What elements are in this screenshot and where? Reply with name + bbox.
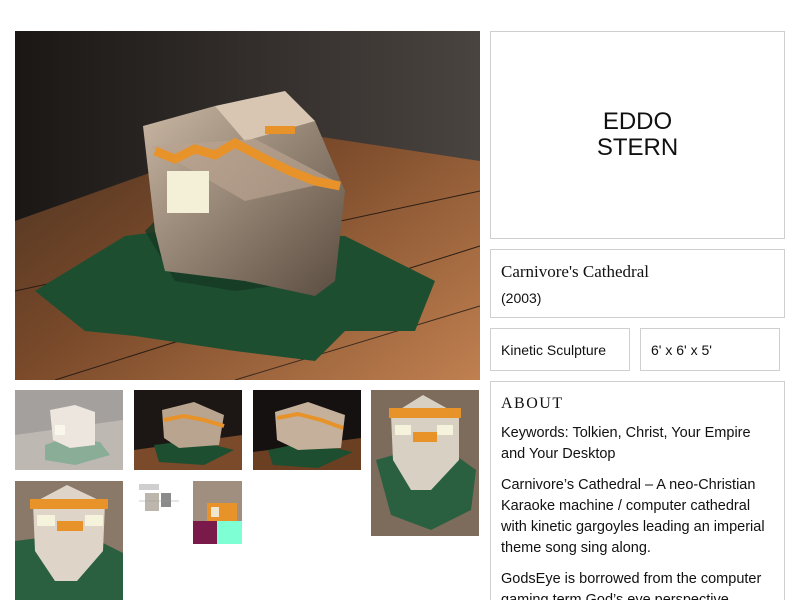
work-title: Carnivore's Cathedral [501, 262, 649, 281]
thumbnail-image [15, 481, 123, 600]
about-paragraph-2: GodsEye is borrowed from the computer ga… [501, 571, 762, 600]
thumbnail-image [137, 481, 182, 517]
thumbnail-image [253, 390, 361, 470]
thumbnail-2[interactable] [134, 390, 242, 470]
thumbnail-image [371, 390, 479, 536]
thumbnail-5[interactable] [15, 481, 123, 600]
artist-name-link[interactable]: EDDO STERN [597, 109, 678, 161]
cathedral-sculpture-image [15, 31, 480, 380]
work-year: (2003) [501, 290, 542, 306]
thumbnail-image [193, 481, 242, 544]
about-heading: ABOUT [501, 395, 564, 412]
thumbnail-3[interactable] [253, 390, 361, 470]
about-keywords: Keywords: Tolkien, Christ, Your Empire a… [501, 425, 751, 462]
about-panel[interactable]: ABOUT Keywords: Tolkien, Christ, Your Em… [490, 381, 785, 600]
work-dimensions: 6' x 6' x 5' [651, 342, 712, 358]
artist-panel: EDDO STERN [490, 31, 785, 239]
artist-first-name: EDDO [602, 108, 673, 135]
about-paragraph-1: Carnivore’s Cathedral – A neo-Christian … [501, 477, 765, 556]
thumbnail-image [15, 390, 123, 470]
work-medium: Kinetic Sculpture [501, 342, 607, 358]
thumbnail-7[interactable] [193, 481, 242, 544]
work-title-panel: Carnivore's Cathedral (2003) [490, 249, 785, 318]
thumbnail-1[interactable] [15, 390, 123, 470]
artist-last-name: STERN [596, 134, 679, 161]
dimensions-panel: 6' x 6' x 5' [640, 328, 780, 371]
thumbnail-6[interactable] [137, 481, 182, 517]
main-artwork-photo[interactable] [15, 31, 480, 380]
medium-panel: Kinetic Sculpture [490, 328, 630, 371]
thumbnail-4[interactable] [371, 390, 479, 536]
thumbnail-image [134, 390, 242, 470]
